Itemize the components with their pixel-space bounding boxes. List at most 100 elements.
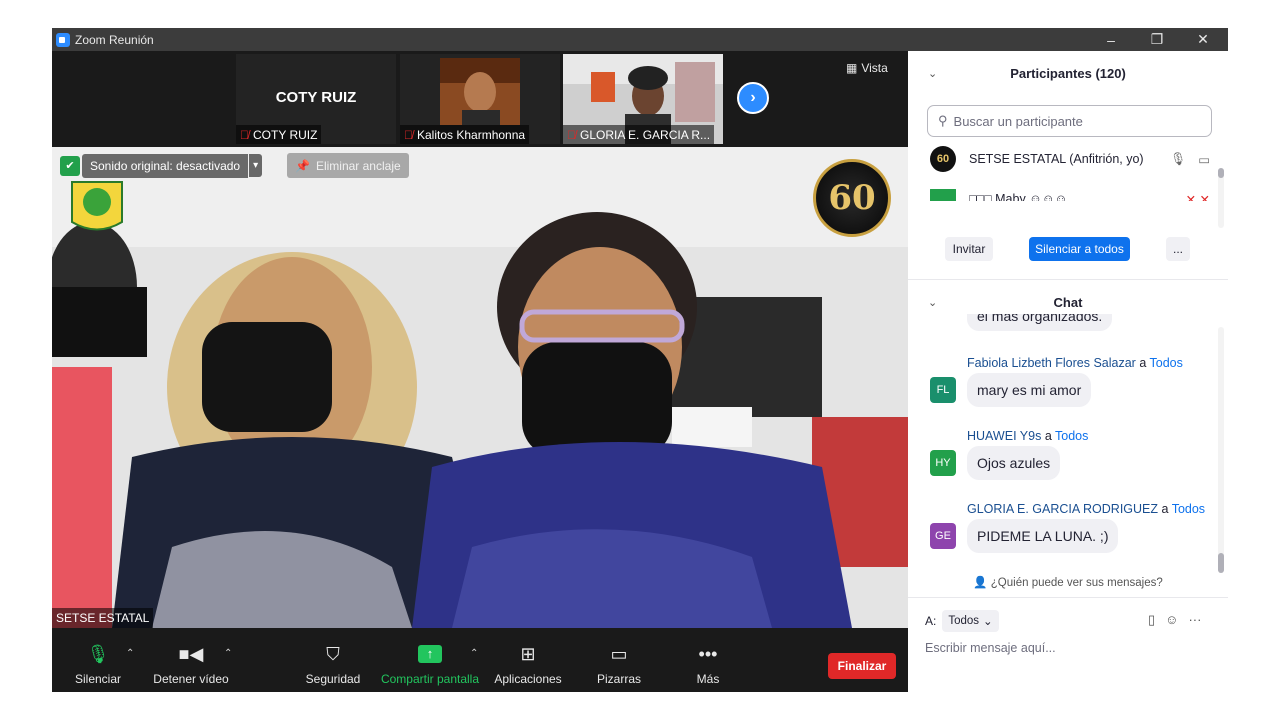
chat-messages: el más organizados. Fabiola Lizbeth Flor… — [908, 314, 1218, 574]
original-sound-toggle[interactable]: Sonido original: desactivado — [82, 153, 249, 178]
file-icon[interactable]: ▯ — [1148, 612, 1155, 628]
avatar: HY — [930, 450, 956, 476]
chevron-down-icon: ⌄ — [983, 616, 993, 628]
chevron-up-icon[interactable]: ⌃ — [470, 648, 478, 659]
next-page-button[interactable]: › — [737, 82, 769, 114]
chat-sender[interactable]: Fabiola Lizbeth Flores Salazar — [967, 356, 1136, 370]
chat-message-meta: Fabiola Lizbeth Flores Salazar a Todos — [967, 356, 1183, 370]
chat-to-word: a — [1161, 502, 1169, 516]
chevron-down-icon[interactable]: ⌄ — [928, 67, 937, 80]
chat-to-word: a — [1044, 429, 1052, 443]
divider — [908, 279, 1228, 280]
avatar: GE — [930, 523, 956, 549]
chat-scrollbar[interactable] — [1218, 327, 1224, 573]
mic-muted-icon: 🎙̸ — [404, 127, 413, 142]
share-screen-label: Compartir pantalla — [380, 672, 480, 686]
share-screen-icon: ↑ — [418, 642, 442, 666]
person-icon: 👤 — [973, 577, 988, 589]
microphone-icon: 🎙 — [86, 643, 110, 664]
chat-actions: ▯ ☺ ··· — [1148, 612, 1201, 628]
participant-thumb[interactable]: COTY RUIZ 🎙̸ COTY RUIZ — [236, 54, 396, 144]
chat-recipient[interactable]: Todos — [1172, 502, 1205, 516]
unpin-button[interactable]: 📌 Eliminar anclaje — [287, 153, 409, 178]
chat-message-meta: GLORIA E. GARCIA RODRIGUEZ a Todos — [967, 502, 1205, 516]
original-sound-control[interactable]: ✔ Sonido original: desactivado ▾ — [60, 153, 263, 178]
chat-bubble: PIDEME LA LUNA. ;) — [967, 519, 1119, 553]
close-button[interactable]: ✕ — [1180, 28, 1226, 51]
chat-message-meta: HUAWEI Y9s a Todos — [967, 429, 1088, 443]
chevron-up-icon[interactable]: ⌃ — [224, 648, 232, 659]
grid-icon: ▦ — [846, 61, 858, 75]
view-button[interactable]: ▦ Vista — [846, 61, 888, 75]
title-bar: Zoom Reunión – ❐ ✕ — [52, 28, 1228, 51]
participant-label: 🎙̸ GLORIA E. GARCIA R... — [563, 125, 715, 144]
end-meeting-button[interactable]: Finalizar — [828, 653, 896, 679]
participant-label-text: Kalitos Kharmhonna — [417, 127, 526, 142]
search-icon: ⚲ — [938, 113, 948, 128]
speaker-name-label: SETSE ESTATAL — [52, 608, 154, 628]
unpin-label: Eliminar anclaje — [315, 158, 401, 173]
mute-button[interactable]: 🎙 Silenciar — [74, 642, 122, 687]
main-video[interactable]: ✔ Sonido original: desactivado ▾ 📌 Elimi… — [52, 147, 908, 628]
more-icon[interactable]: ··· — [1188, 612, 1201, 628]
stop-video-label: Detener vídeo — [153, 672, 229, 686]
apps-icon: ⊞ — [520, 643, 536, 664]
security-button[interactable]: ⛉ Seguridad — [304, 642, 362, 687]
apps-label: Aplicaciones — [494, 672, 562, 686]
chat-sender[interactable]: GLORIA E. GARCIA RODRIGUEZ — [967, 502, 1158, 516]
mute-label: Silenciar — [74, 672, 122, 686]
participants-more-button[interactable]: ... — [1166, 237, 1190, 261]
emoji-icon[interactable]: ☺ — [1165, 612, 1178, 628]
participants-header: ⌄ Participantes (120) — [908, 61, 1228, 85]
who-can-see-link[interactable]: 👤 ¿Quién puede ver sus mensajes? — [908, 575, 1228, 597]
speaker-video-frame — [52, 147, 908, 628]
chevron-down-icon[interactable]: ▾ — [249, 154, 263, 177]
chevron-up-icon[interactable]: ⌃ — [126, 648, 134, 659]
avatar: FL — [930, 377, 956, 403]
mute-all-button[interactable]: Silenciar a todos — [1029, 237, 1130, 261]
participant-search-input[interactable]: ⚲ Buscar un participante — [927, 105, 1212, 137]
video-camera-icon[interactable]: ▭ — [1198, 152, 1210, 167]
participant-thumb[interactable]: 🎙̸ Kalitos Kharmhonna — [400, 54, 560, 144]
participant-thumb[interactable]: 🎙̸ GLORIA E. GARCIA R... — [563, 54, 723, 144]
chat-sender[interactable]: HUAWEI Y9s — [967, 429, 1041, 443]
divider — [908, 597, 1228, 598]
mic-muted-icon[interactable]: ✕ ✕ — [1186, 192, 1210, 202]
whiteboard-button[interactable]: ▭ Pizarras — [592, 642, 646, 687]
anniversary-logo-text: 60 — [828, 178, 876, 218]
participant-label: 🎙̸ Kalitos Kharmhonna — [400, 125, 530, 144]
chat-to-word: a — [1139, 356, 1147, 370]
whiteboard-label: Pizarras — [596, 672, 641, 686]
zoom-logo-icon — [56, 32, 70, 47]
microphone-icon[interactable]: 🎙 — [1170, 152, 1186, 167]
restore-button[interactable]: ❐ — [1134, 28, 1180, 51]
whiteboard-icon: ▭ — [610, 643, 628, 664]
invite-button[interactable]: Invitar — [945, 237, 993, 261]
shield-icon: ⛉ — [326, 643, 340, 664]
chat-message-input[interactable]: Escribir mensaje aquí... — [925, 641, 1056, 655]
participant-label: 🎙̸ COTY RUIZ — [236, 125, 322, 144]
window-title: Zoom Reunión — [75, 32, 154, 47]
chat-recipient[interactable]: Todos — [1055, 429, 1088, 443]
share-screen-button[interactable]: ↑ Compartir pantalla — [378, 642, 482, 686]
chat-bubble: el más organizados. — [967, 314, 1113, 331]
chat-recipient[interactable]: Todos — [1150, 356, 1183, 370]
participants-scrollbar[interactable] — [1218, 168, 1224, 228]
participant-row[interactable]: □□□ Maby ☺☺☺ ✕ ✕ — [930, 189, 1210, 201]
stop-video-button[interactable]: ■◀ Detener vídeo — [152, 642, 230, 687]
video-camera-icon: ■◀ — [178, 643, 204, 664]
more-button[interactable]: ••• Más — [690, 642, 726, 687]
chevron-down-icon[interactable]: ⌄ — [928, 296, 937, 309]
participant-name: SETSE ESTATAL (Anfitrión, yo) — [969, 152, 1144, 166]
minimize-button[interactable]: – — [1088, 28, 1134, 51]
side-panel: ⌄ Participantes (120) ⚲ Buscar un partic… — [908, 51, 1228, 692]
participant-name-large: COTY RUIZ — [275, 89, 357, 106]
who-can-see-text: ¿Quién puede ver sus mensajes? — [990, 577, 1163, 589]
participant-label-text: COTY RUIZ — [253, 127, 318, 142]
mic-muted-icon: 🎙̸ — [567, 127, 576, 142]
recipient-select[interactable]: Todos ⌄ — [942, 610, 999, 632]
security-label: Seguridad — [305, 672, 361, 686]
participant-row[interactable]: 60 SETSE ESTATAL (Anfitrión, yo) 🎙 ▭ — [930, 146, 1210, 172]
mic-muted-icon: 🎙̸ — [240, 127, 249, 142]
apps-button[interactable]: ⊞ Aplicaciones — [492, 642, 564, 687]
